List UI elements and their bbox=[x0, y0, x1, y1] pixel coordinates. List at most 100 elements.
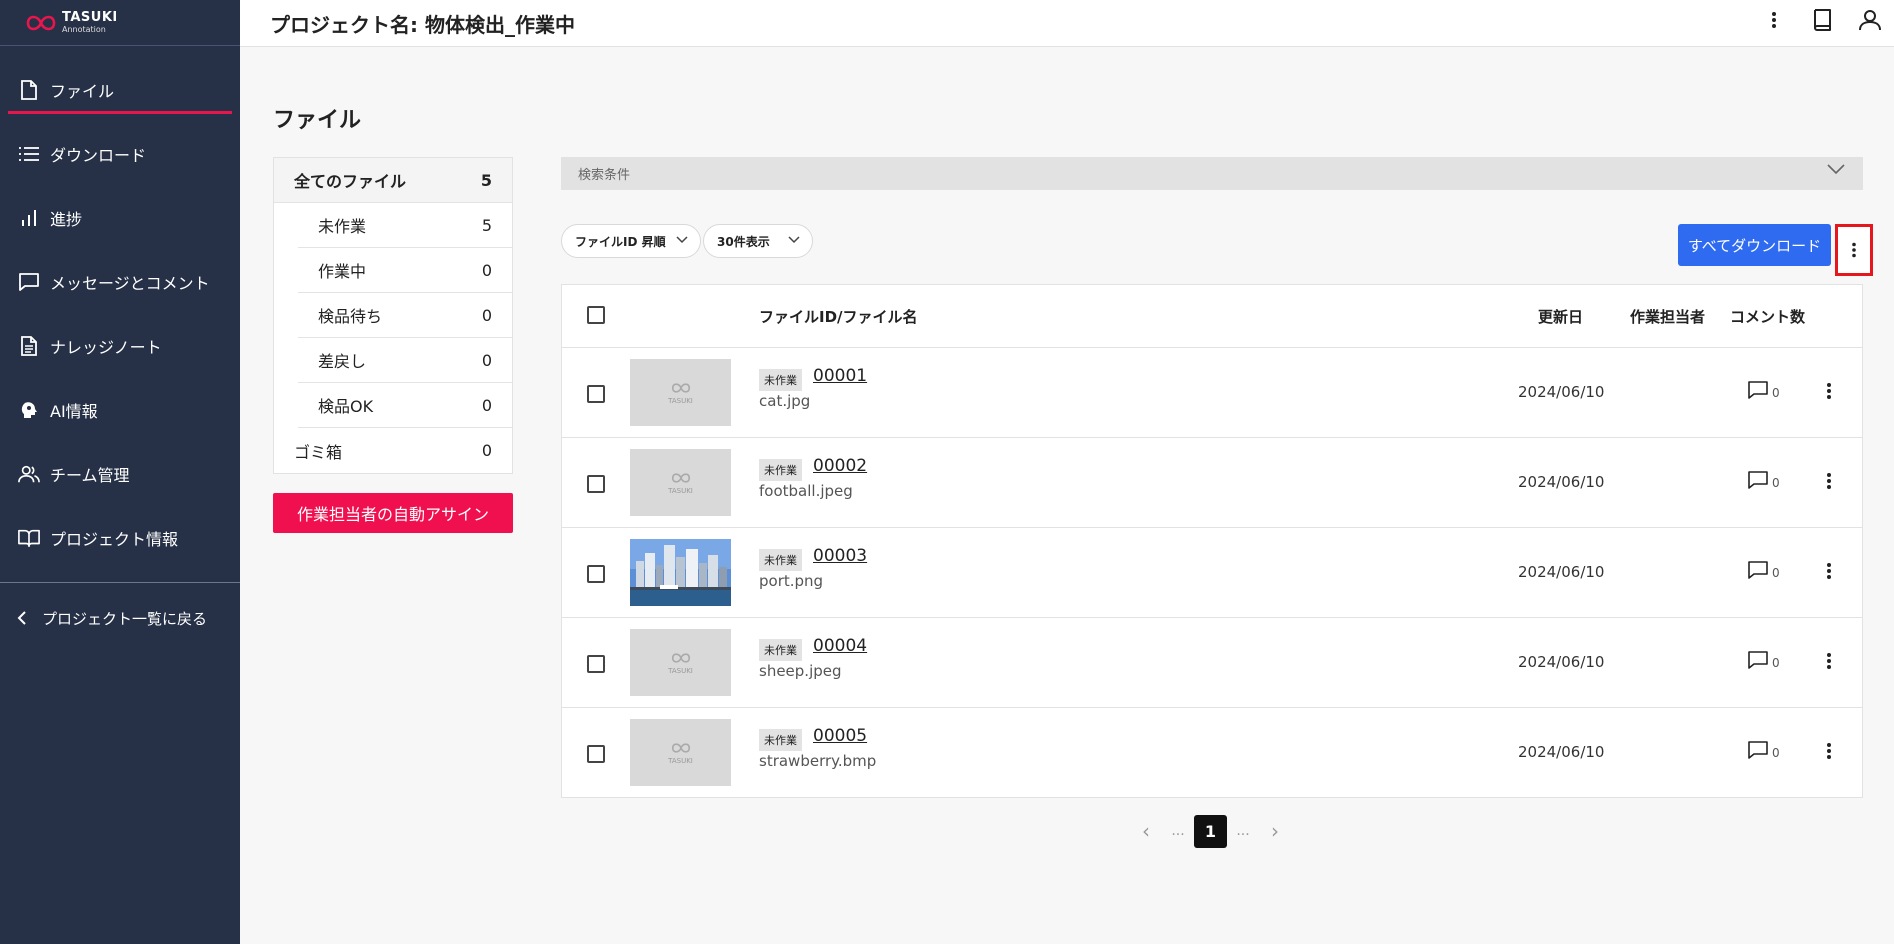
team-icon bbox=[18, 463, 40, 485]
file-id-link[interactable]: 00002 bbox=[813, 456, 867, 476]
list-icon bbox=[18, 143, 40, 165]
chevron-left-icon bbox=[14, 610, 30, 626]
file-id-link[interactable]: 00004 bbox=[813, 636, 867, 656]
download-all-button[interactable]: すべてダウンロード bbox=[1678, 224, 1831, 266]
pagination-next-button[interactable]: › bbox=[1259, 819, 1291, 843]
logo-icon bbox=[671, 652, 690, 663]
table-row[interactable]: 未作業 00003 port.png 2024/06/10 0 bbox=[562, 528, 1862, 618]
updated-date: 2024/06/10 bbox=[1518, 383, 1605, 401]
sidebar-item-label: チーム管理 bbox=[50, 466, 130, 485]
status-filter-trash[interactable]: ゴミ箱 0 bbox=[274, 428, 512, 473]
row-more-button[interactable] bbox=[1817, 558, 1841, 584]
sidebar-item-file[interactable]: ファイル bbox=[0, 58, 240, 122]
sidebar-item-project-info[interactable]: プロジェクト情報 bbox=[0, 506, 240, 570]
status-count: 0 bbox=[481, 395, 492, 415]
file-id-link[interactable]: 00005 bbox=[813, 726, 867, 746]
comment-icon bbox=[1748, 741, 1768, 759]
status-badge: 未作業 bbox=[759, 639, 802, 661]
row-checkbox[interactable] bbox=[587, 565, 605, 583]
file-name: port.png bbox=[759, 572, 824, 590]
sidebar-item-label: ファイル bbox=[50, 82, 115, 101]
row-checkbox[interactable] bbox=[587, 385, 605, 403]
sort-select[interactable]: ファイルID 昇順 bbox=[561, 224, 701, 258]
file-id-link[interactable]: 00003 bbox=[813, 546, 867, 566]
col-header-assignee: 作業担当者 bbox=[1630, 308, 1706, 326]
row-more-button[interactable] bbox=[1817, 378, 1841, 404]
comment-count-value: 0 bbox=[1772, 566, 1780, 580]
logo-icon bbox=[26, 15, 56, 30]
back-to-projects-link[interactable]: プロジェクト一覧に戻る bbox=[0, 583, 240, 653]
header-book-button[interactable] bbox=[1798, 0, 1846, 40]
table-row[interactable]: TASUKI 未作業 00005 strawberry.bmp 2024/06/… bbox=[562, 708, 1862, 798]
per-page-select[interactable]: 30件表示 bbox=[703, 224, 813, 258]
book-icon bbox=[1814, 9, 1831, 31]
select-all-checkbox[interactable] bbox=[587, 306, 605, 324]
status-badge: 未作業 bbox=[759, 549, 802, 571]
per-page-select-value: 30件表示 bbox=[717, 234, 770, 249]
sidebar-item-knowledge[interactable]: ナレッジノート bbox=[0, 314, 240, 378]
thumbnail-text: TASUKI bbox=[668, 666, 693, 675]
status-label: 差戻し bbox=[318, 352, 367, 371]
table-header: ファイルID/ファイル名 更新日 作業担当者 コメント数 bbox=[562, 285, 1862, 348]
auto-assign-button[interactable]: 作業担当者の自動アサイン bbox=[273, 493, 513, 533]
table-row[interactable]: TASUKI 未作業 00002 football.jpeg 2024/06/1… bbox=[562, 438, 1862, 528]
sidebar-item-ai[interactable]: AI情報 bbox=[0, 378, 240, 442]
status-filter-all[interactable]: 全てのファイル 5 bbox=[274, 158, 512, 203]
more-vertical-icon bbox=[1827, 383, 1831, 399]
table-row[interactable]: TASUKI 未作業 00004 sheep.jpeg 2024/06/10 0 bbox=[562, 618, 1862, 708]
comment-count[interactable]: 0 bbox=[1748, 560, 1780, 580]
thumbnail-placeholder[interactable]: TASUKI bbox=[630, 449, 731, 516]
comment-icon bbox=[1748, 561, 1768, 579]
comment-count[interactable]: 0 bbox=[1748, 470, 1780, 490]
status-filter-in-progress[interactable]: 作業中 0 bbox=[298, 248, 512, 293]
project-title: プロジェクト名: 物体検出_作業中 bbox=[270, 12, 575, 37]
comment-count[interactable]: 0 bbox=[1748, 380, 1780, 400]
file-id-link[interactable]: 00001 bbox=[813, 366, 867, 386]
sidebar-item-label: ダウンロード bbox=[50, 146, 147, 165]
sidebar-item-progress[interactable]: 進捗 bbox=[0, 186, 240, 250]
sidebar-item-messages[interactable]: メッセージとコメント bbox=[0, 250, 240, 314]
header-user-button[interactable] bbox=[1846, 0, 1894, 40]
chevron-down-icon bbox=[788, 236, 800, 244]
status-count: 5 bbox=[480, 170, 492, 190]
thumbnail-placeholder[interactable]: TASUKI bbox=[630, 359, 731, 426]
updated-date: 2024/06/10 bbox=[1518, 563, 1605, 581]
thumbnail-placeholder[interactable]: TASUKI bbox=[630, 719, 731, 786]
updated-date: 2024/06/10 bbox=[1518, 473, 1605, 491]
user-icon bbox=[1859, 10, 1881, 31]
pagination-ellipsis: ... bbox=[1171, 823, 1185, 839]
row-more-button[interactable] bbox=[1817, 738, 1841, 764]
sidebar-item-label: AI情報 bbox=[50, 402, 98, 421]
search-conditions-toggle[interactable]: 検索条件 bbox=[561, 157, 1863, 190]
row-more-button[interactable] bbox=[1817, 648, 1841, 674]
toolbar-more-button[interactable] bbox=[1835, 224, 1873, 276]
status-filter-not-started[interactable]: 未作業 5 bbox=[298, 203, 512, 248]
more-vertical-icon bbox=[1827, 653, 1831, 669]
comment-count[interactable]: 0 bbox=[1748, 740, 1780, 760]
bar-chart-icon bbox=[18, 207, 40, 229]
sidebar-item-team[interactable]: チーム管理 bbox=[0, 442, 240, 506]
status-filter-awaiting-review[interactable]: 検品待ち 0 bbox=[298, 293, 512, 338]
logo[interactable]: TASUKI Annotation bbox=[0, 0, 240, 46]
table-row[interactable]: TASUKI 未作業 00001 cat.jpg 2024/06/10 0 bbox=[562, 348, 1862, 438]
logo-icon bbox=[671, 472, 690, 483]
status-label: 未作業 bbox=[318, 217, 367, 236]
row-more-button[interactable] bbox=[1817, 468, 1841, 494]
thumbnail-photo[interactable] bbox=[630, 539, 731, 606]
row-checkbox[interactable] bbox=[587, 475, 605, 493]
pagination: ‹ ... 1 ... › bbox=[1130, 814, 1291, 848]
comment-count[interactable]: 0 bbox=[1748, 650, 1780, 670]
col-header-comments: コメント数 bbox=[1730, 308, 1806, 326]
comment-icon bbox=[1748, 471, 1768, 489]
sidebar-item-download[interactable]: ダウンロード bbox=[0, 122, 240, 186]
status-filter-review-ok[interactable]: 検品OK 0 bbox=[298, 383, 512, 428]
file-name: cat.jpg bbox=[759, 392, 811, 410]
header-more-button[interactable] bbox=[1750, 0, 1798, 40]
thumbnail-placeholder[interactable]: TASUKI bbox=[630, 629, 731, 696]
row-checkbox[interactable] bbox=[587, 655, 605, 673]
pagination-prev-button[interactable]: ‹ bbox=[1130, 819, 1162, 843]
pagination-page-current[interactable]: 1 bbox=[1194, 814, 1227, 848]
row-checkbox[interactable] bbox=[587, 745, 605, 763]
sidebar-item-label: ナレッジノート bbox=[50, 338, 162, 357]
status-filter-returned[interactable]: 差戻し 0 bbox=[298, 338, 512, 383]
